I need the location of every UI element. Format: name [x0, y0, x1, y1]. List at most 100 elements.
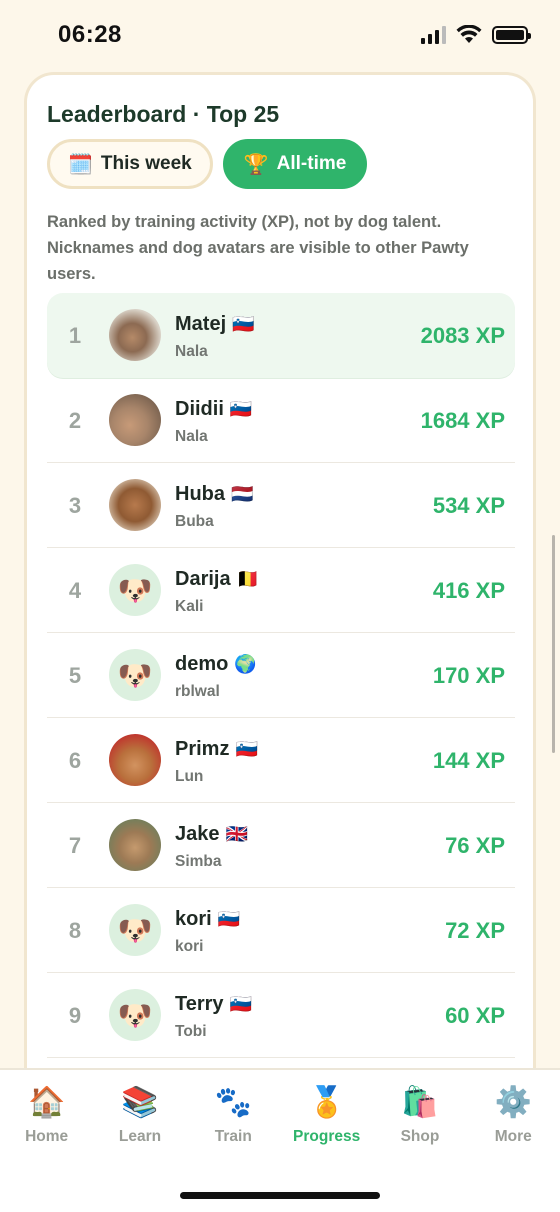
user-name-line: kori 🇸🇮	[175, 908, 240, 931]
dog-avatar	[109, 819, 161, 871]
tab-all-time-label: All-time	[276, 153, 347, 174]
country-flag-icon: 🇸🇮	[229, 399, 253, 419]
country-flag-icon: 🇸🇮	[217, 909, 241, 929]
tab-this-week[interactable]: 🗓️ This week	[47, 139, 213, 189]
rank-number: 2	[68, 407, 82, 433]
user-nickname: Primz	[175, 738, 230, 760]
user-nickname: Diidii	[175, 398, 224, 420]
dog-name: Nala	[175, 343, 208, 360]
country-flag-icon: 🇧🇪	[236, 569, 260, 589]
globe-icon: 🌍	[234, 654, 257, 674]
nav-shop[interactable]: 🛍️ Shop	[373, 1086, 466, 1146]
status-bar: 06:28	[0, 0, 560, 70]
nav-more[interactable]: ⚙️ More	[467, 1086, 560, 1146]
dog-name: Tobi	[175, 1023, 207, 1040]
nav-train-label: Train	[214, 1128, 252, 1145]
user-nickname: Matej	[175, 313, 227, 335]
user-nickname: demo	[175, 653, 229, 675]
country-flag-icon: 🇸🇮	[235, 739, 258, 759]
user-nickname: kori	[175, 908, 212, 930]
rank-number: 6	[68, 747, 82, 773]
status-icons	[421, 25, 531, 45]
tab-all-time[interactable]: 🏆 All-time	[222, 139, 368, 189]
nav-shop-label: Shop	[400, 1128, 440, 1145]
leaderboard-row[interactable]: 5 🐶 demo 🌍 rblwal 170 XP	[47, 633, 515, 718]
rank-number: 8	[68, 917, 82, 943]
nav-train[interactable]: 🐾 Train	[187, 1086, 280, 1146]
dog-face-icon: 🐶	[109, 649, 161, 701]
dog-avatar	[109, 309, 161, 361]
dog-face-icon: 🐶	[109, 904, 161, 956]
nav-learn-label: Learn	[118, 1128, 162, 1145]
dog-name: Lun	[175, 768, 204, 785]
xp-value: 60 XP	[445, 1002, 505, 1028]
nav-more-label: More	[494, 1128, 532, 1145]
cellular-signal-icon	[421, 26, 446, 44]
wifi-icon	[456, 25, 482, 43]
rank-number: 3	[68, 492, 82, 518]
dog-face-icon: 🐶	[109, 564, 161, 616]
dog-face-icon: 🐶	[109, 989, 161, 1041]
user-nickname: Huba	[175, 483, 225, 505]
nav-progress[interactable]: 🏅 Progress	[280, 1086, 373, 1146]
leaderboard-tabs: 🗓️ This week 🏆 All-time	[47, 139, 368, 189]
dog-name: Kali	[175, 598, 204, 615]
user-nickname: Jake	[175, 823, 220, 845]
user-name-line: Jake 🇬🇧	[175, 823, 248, 846]
leaderboard-title: Leaderboard · Top 25	[47, 101, 280, 127]
leaderboard-card: Leaderboard · Top 25 🗓️ This week 🏆 All-…	[24, 72, 536, 1082]
status-time: 06:28	[58, 21, 122, 48]
user-name-line: demo 🌍	[175, 653, 257, 676]
scrollbar[interactable]	[552, 535, 555, 753]
country-flag-icon: 🇬🇧	[225, 824, 248, 844]
xp-value: 72 XP	[445, 917, 505, 943]
xp-value: 2083 XP	[420, 322, 505, 348]
ranking-notice: Ranked by training activity (XP), not by…	[47, 213, 469, 283]
dog-name: Simba	[175, 853, 222, 870]
leaderboard-row[interactable]: 6 Primz 🇸🇮 Lun 144 XP	[47, 718, 515, 803]
trophy-icon: 🏆	[243, 153, 269, 176]
leaderboard-row[interactable]: 3 Huba 🇳🇱 Buba 534 XP	[47, 463, 515, 548]
tab-this-week-label: This week	[100, 153, 192, 174]
country-flag-icon: 🇳🇱	[231, 484, 254, 504]
user-name-line: Terry 🇸🇮	[175, 993, 252, 1016]
dog-name: kori	[175, 938, 204, 955]
rank-number: 7	[68, 832, 82, 858]
leaderboard-row[interactable]: 4 🐶 Darija 🇧🇪 Kali 416 XP	[47, 548, 515, 633]
nav-home[interactable]: 🏠 Home	[0, 1086, 93, 1146]
xp-value: 76 XP	[445, 832, 505, 858]
rank-number: 4	[68, 577, 82, 603]
dog-name: Buba	[175, 513, 214, 530]
xp-value: 416 XP	[432, 577, 505, 603]
leaderboard-row[interactable]: 9 🐶 Terry 🇸🇮 Tobi 60 XP	[47, 973, 515, 1058]
user-name-line: Primz 🇸🇮	[175, 738, 258, 761]
rank-number: 5	[68, 662, 82, 688]
leaderboard-list: 1 Matej 🇸🇮 Nala 2083 XP 2 Diidii 🇸🇮 Nala…	[47, 293, 515, 1058]
xp-value: 1684 XP	[420, 407, 505, 433]
leaderboard-row[interactable]: 8 🐶 kori 🇸🇮 kori 72 XP	[47, 888, 515, 973]
xp-value: 534 XP	[432, 492, 505, 518]
xp-value: 144 XP	[432, 747, 505, 773]
nav-home-label: Home	[25, 1128, 69, 1145]
user-nickname: Terry	[175, 993, 224, 1015]
nav-learn[interactable]: 📚 Learn	[93, 1086, 186, 1146]
home-indicator[interactable]	[180, 1192, 380, 1199]
nav-progress-label: Progress	[293, 1128, 361, 1145]
paw-prints-icon: 🐾	[214, 1086, 252, 1119]
dog-name: rblwal	[175, 683, 220, 700]
house-icon: 🏠	[27, 1086, 66, 1119]
user-name-line: Darija 🇧🇪	[175, 568, 259, 591]
leaderboard-row[interactable]: 7 Jake 🇬🇧 Simba 76 XP	[47, 803, 515, 888]
user-name-line: Matej 🇸🇮	[175, 313, 255, 336]
bottom-nav: 🏠 Home 📚 Learn 🐾 Train 🏅 Progress 🛍️ Sho…	[0, 1068, 560, 1212]
user-name-line: Diidii 🇸🇮	[175, 398, 252, 421]
leaderboard-row[interactable]: 1 Matej 🇸🇮 Nala 2083 XP	[47, 293, 515, 378]
books-icon: 📚	[121, 1086, 159, 1119]
leaderboard-row[interactable]: 2 Diidii 🇸🇮 Nala 1684 XP	[47, 378, 515, 463]
user-name-line: Huba 🇳🇱	[175, 483, 253, 506]
rank-number: 9	[68, 1002, 82, 1028]
shopping-bags-icon: 🛍️	[401, 1086, 439, 1119]
country-flag-icon: 🇸🇮	[232, 314, 255, 334]
user-nickname: Darija	[175, 568, 231, 590]
xp-value: 170 XP	[432, 662, 505, 688]
